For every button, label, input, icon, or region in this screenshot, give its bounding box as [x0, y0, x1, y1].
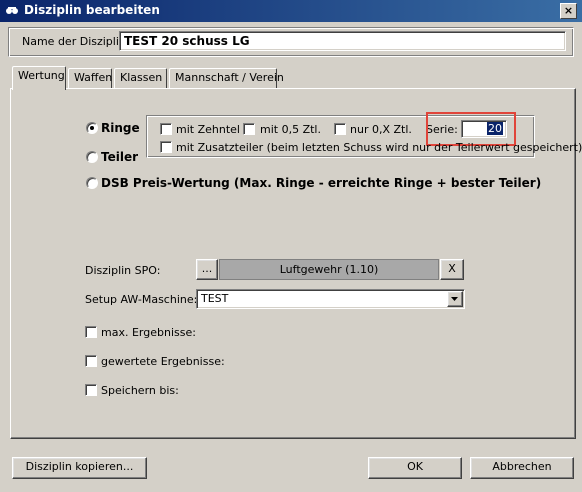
tab-mannschaft-verein[interactable]: Mannschaft / Verein: [169, 68, 284, 89]
app-icon: [5, 4, 19, 18]
spo-value: Luftgewehr (1.10): [219, 259, 439, 280]
chevron-down-icon[interactable]: [447, 291, 463, 307]
checkbox-max-ergebnisse[interactable]: [85, 326, 97, 338]
radio-dsb-label[interactable]: DSB Preis-Wertung (Max. Ringe - erreicht…: [101, 176, 541, 190]
ztl05-label: mit 0,5 Ztl.: [260, 123, 321, 136]
setup-select[interactable]: TEST: [196, 289, 465, 309]
tab-waffen[interactable]: Waffen: [68, 68, 112, 89]
checkbox-0x-ztl[interactable]: [334, 123, 346, 135]
radio-teiler-label[interactable]: Teiler: [101, 150, 138, 164]
name-label: Name der Disziplin:: [22, 35, 130, 48]
radio-ringe[interactable]: [86, 122, 98, 134]
checkbox-05-ztl[interactable]: [243, 123, 255, 135]
tab-klassen[interactable]: Klassen: [114, 68, 167, 89]
zusatzteiler-label: mit Zusatzteiler (beim letzten Schuss wi…: [176, 141, 582, 154]
max-ergebnisse-label: max. Ergebnisse:: [101, 326, 196, 339]
setup-select-value: TEST: [201, 292, 229, 305]
spo-clear-button[interactable]: X: [440, 259, 464, 280]
gewertete-ergebnisse-label: gewertete Ergebnisse:: [101, 355, 225, 368]
abbrechen-button[interactable]: Abbrechen: [470, 457, 574, 479]
checkbox-zusatzteiler[interactable]: [160, 141, 172, 153]
radio-ringe-label[interactable]: Ringe: [101, 121, 140, 135]
speichern-bis-label: Speichern bis:: [101, 384, 179, 397]
window-title: Disziplin bearbeiten: [24, 3, 160, 17]
spo-label: Disziplin SPO:: [85, 264, 161, 277]
ztl0x-label: nur 0,X Ztl.: [350, 123, 412, 136]
checkbox-gewertete-ergebnisse[interactable]: [85, 355, 97, 367]
close-button[interactable]: ×: [560, 3, 577, 19]
kopieren-button[interactable]: Disziplin kopieren...: [12, 457, 147, 479]
setup-label: Setup AW-Maschine:: [85, 293, 198, 306]
checkbox-zehntel[interactable]: [160, 123, 172, 135]
radio-teiler[interactable]: [86, 151, 98, 163]
name-input[interactable]: TEST 20 schuss LG: [119, 31, 566, 51]
ok-button[interactable]: OK: [368, 457, 462, 479]
spo-browse-button[interactable]: ...: [196, 259, 218, 280]
tab-wertung[interactable]: Wertung: [12, 66, 66, 90]
radio-dsb[interactable]: [86, 177, 98, 189]
zehntel-label: mit Zehntel: [176, 123, 240, 136]
checkbox-speichern-bis[interactable]: [85, 384, 97, 396]
